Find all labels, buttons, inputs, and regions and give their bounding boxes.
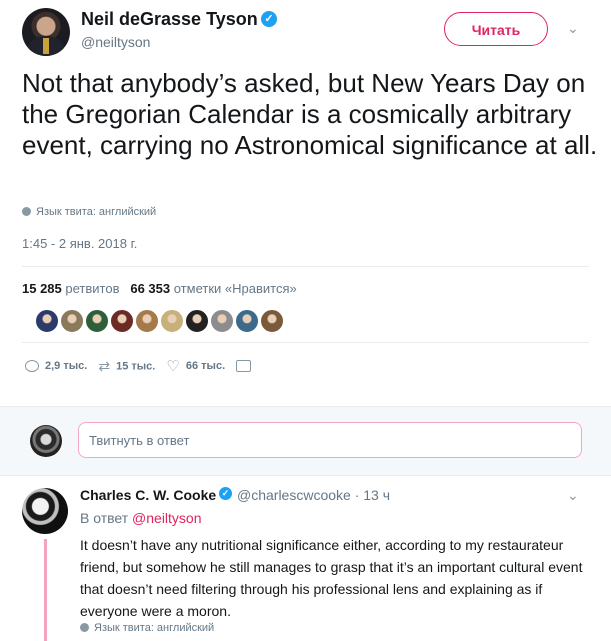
reply-language-text: Язык твита: английский xyxy=(94,622,215,634)
verified-badge-icon: ✓ xyxy=(261,11,277,27)
liker-avatar[interactable] xyxy=(260,309,284,333)
language-note-text: Язык твита: английский xyxy=(36,206,157,218)
tweet-timestamp[interactable]: 1:45 - 2 янв. 2018 г. xyxy=(22,236,137,251)
actions-row: 2,9 тыс. ⇄ 15 тыс. ♡ 66 тыс. xyxy=(25,357,265,375)
envelope-icon[interactable] xyxy=(236,360,252,372)
divider xyxy=(22,266,589,267)
liker-avatar[interactable] xyxy=(210,309,234,333)
retweet-action[interactable]: ⇄ 15 тыс. xyxy=(98,358,155,375)
reply-author-name[interactable]: Charles C. W. Cooke xyxy=(80,487,216,503)
liker-avatar[interactable] xyxy=(110,309,134,333)
dm-action[interactable] xyxy=(236,360,257,372)
liker-avatar[interactable] xyxy=(85,309,109,333)
in-reply-handle-link[interactable]: @neiltyson xyxy=(132,510,201,526)
retweets-count[interactable]: 15 285 xyxy=(22,281,62,296)
retweet-icon[interactable]: ⇄ xyxy=(98,358,110,375)
thread-line xyxy=(44,539,47,641)
current-user-avatar xyxy=(30,425,62,457)
retweets-label[interactable]: ретвитов xyxy=(65,281,119,296)
globe-icon xyxy=(22,207,31,216)
avatar-tie xyxy=(43,38,49,54)
language-note: Язык твита: английский xyxy=(22,206,156,218)
likes-count[interactable]: 66 353 xyxy=(130,281,170,296)
author-name[interactable]: Neil deGrasse Tyson xyxy=(81,9,258,30)
tweet-text: Not that anybody’s asked, but New Years … xyxy=(22,68,598,160)
author-handle[interactable]: @neiltyson xyxy=(81,34,150,50)
like-count: 66 тыс. xyxy=(185,359,226,372)
reply-author-handle[interactable]: @charlescwcooke · 13 ч xyxy=(237,487,390,503)
divider xyxy=(22,342,589,343)
in-reply-prefix: В ответ xyxy=(80,510,129,526)
reply-language-note: Язык твита: английский xyxy=(80,622,214,634)
liker-avatar[interactable] xyxy=(60,309,84,333)
liker-avatar[interactable] xyxy=(235,309,259,333)
stats-row: 15 285 ретвитов 66 353 отметки «Нравится… xyxy=(22,281,297,296)
retweet-count: 15 тыс. xyxy=(116,359,156,372)
globe-icon xyxy=(80,623,89,632)
liker-avatar[interactable] xyxy=(185,309,209,333)
chevron-down-icon[interactable]: ⌄ xyxy=(567,20,579,37)
likes-label[interactable]: отметки «Нравится» xyxy=(174,281,297,296)
reply-author-avatar[interactable] xyxy=(22,488,68,534)
reply-input[interactable] xyxy=(78,422,582,458)
verified-badge-icon: ✓ xyxy=(219,487,232,500)
like-action[interactable]: ♡ 66 тыс. xyxy=(166,357,225,375)
liker-avatar[interactable] xyxy=(35,309,59,333)
author-avatar[interactable] xyxy=(22,8,70,56)
liker-avatar[interactable] xyxy=(160,309,184,333)
reply-count: 2,9 тыс. xyxy=(45,359,88,372)
chevron-down-icon[interactable]: ⌄ xyxy=(567,487,579,504)
heart-icon[interactable]: ♡ xyxy=(166,357,179,375)
liker-avatar[interactable] xyxy=(135,309,159,333)
follow-button[interactable]: Читать xyxy=(444,12,548,46)
in-reply-to: В ответ @neiltyson xyxy=(80,510,202,526)
reply-icon[interactable] xyxy=(25,360,39,372)
reply-text: It doesn’t have any nutritional signific… xyxy=(80,537,583,619)
reply-action[interactable]: 2,9 тыс. xyxy=(25,360,87,372)
